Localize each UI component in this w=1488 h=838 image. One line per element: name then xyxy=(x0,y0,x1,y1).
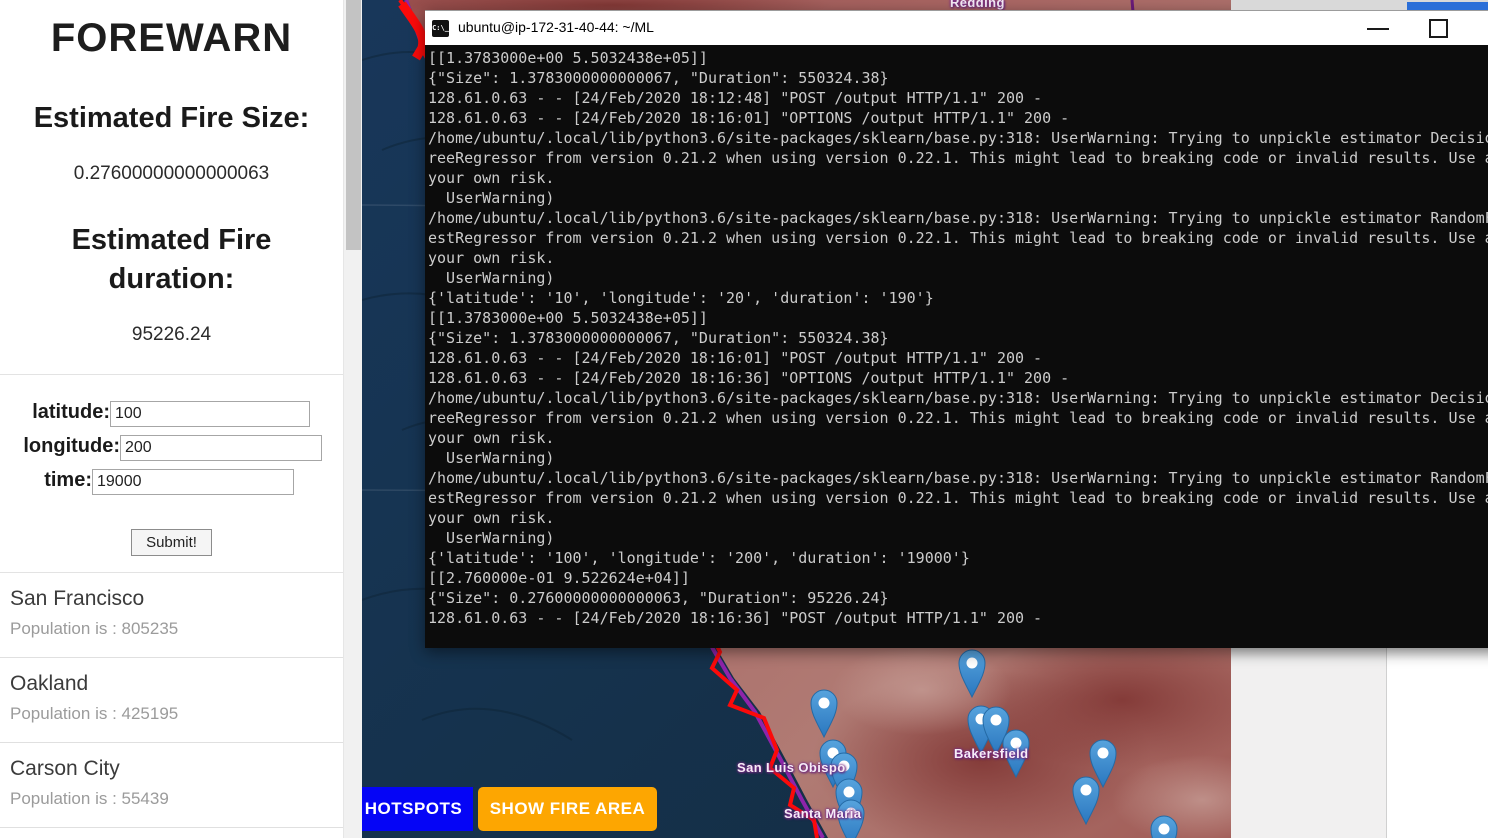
show-fire-area-button[interactable]: SHOW FIRE AREA xyxy=(478,787,657,831)
terminal-line: [[1.3783000e+00 5.5032438e+05]] xyxy=(428,309,708,327)
terminal-line: your own risk. xyxy=(428,429,555,447)
city-population: Population is : 805235 xyxy=(10,618,179,638)
terminal-line: 128.61.0.63 - - [24/Feb/2020 18:16:36] "… xyxy=(428,609,1043,627)
submit-button[interactable]: Submit! xyxy=(131,528,212,556)
sidebar: FOREWARN Estimated Fire Size: 0.27600000… xyxy=(0,0,343,838)
city-name: Carson City xyxy=(10,756,120,780)
time-field[interactable] xyxy=(92,468,294,495)
terminal-line: {"Size": 0.27600000000000063, "Duration"… xyxy=(428,589,889,607)
terminal-line: reeRegressor from version 0.21.2 when us… xyxy=(428,409,1488,427)
terminal-output[interactable]: [[1.3783000e+00 5.5032438e+05]] {"Size": … xyxy=(425,45,1488,648)
terminal-line: UserWarning) xyxy=(428,269,555,287)
terminal-line: 128.61.0.63 - - [24/Feb/2020 18:12:48] "… xyxy=(428,89,1043,107)
maximize-button[interactable] xyxy=(1416,11,1463,46)
terminal-line: {'latitude': '10', 'longitude': '20', 'd… xyxy=(428,289,934,307)
map-label-san-luis-obispo: San Luis Obispo xyxy=(737,760,846,775)
city-name: Oakland xyxy=(10,671,89,695)
minimize-button[interactable] xyxy=(1355,11,1402,46)
fire-size-value: 0.27600000000000063 xyxy=(73,163,270,185)
sidebar-scrollbar-thumb[interactable] xyxy=(346,0,361,250)
fire-duration-value: 95226.24 xyxy=(131,323,212,345)
terminal-line: 128.61.0.63 - - [24/Feb/2020 18:16:01] "… xyxy=(428,109,1070,127)
latitude-label: latitude: xyxy=(32,400,110,423)
terminal-line: /home/ubuntu/.local/lib/python3.6/site-p… xyxy=(428,389,1488,407)
city-list-item: Oakland Population is : 425195 xyxy=(0,658,343,743)
terminal-line: /home/ubuntu/.local/lib/python3.6/site-p… xyxy=(428,129,1488,147)
map-label-bakersfield: Bakersfield xyxy=(954,746,1029,761)
minimize-icon xyxy=(1367,28,1389,30)
divider xyxy=(0,373,343,375)
terminal-line: UserWarning) xyxy=(428,449,555,467)
terminal-line: /home/ubuntu/.local/lib/python3.6/site-p… xyxy=(428,469,1488,487)
city-list-item: Carson City Population is : 55439 xyxy=(0,743,343,828)
terminal-line: {'latitude': '100', 'longitude': '200', … xyxy=(428,549,970,567)
top-scroll-thumb[interactable] xyxy=(1407,2,1488,10)
city-population: Population is : 55439 xyxy=(10,788,169,808)
terminal-window: C:\_ ubuntu@ip-172-31-40-44: ~/ML [[1.37… xyxy=(425,10,1488,648)
city-list: San Francisco Population is : 805235 Oak… xyxy=(0,573,343,838)
screen: Redding San Luis Obispo Bakersfield Sant… xyxy=(0,0,1488,838)
terminal-line: reeRegressor from version 0.21.2 when us… xyxy=(428,149,1488,167)
time-label: time: xyxy=(44,468,92,491)
prediction-form: latitude: longitude: time: Submit! xyxy=(0,400,343,556)
terminal-line: [[1.3783000e+00 5.5032438e+05]] xyxy=(428,49,708,67)
fire-duration-heading: Estimated Fire duration: xyxy=(71,224,272,295)
sidebar-scrollbar[interactable] xyxy=(343,0,362,838)
terminal-line: /home/ubuntu/.local/lib/python3.6/site-p… xyxy=(428,209,1488,227)
terminal-line: your own risk. xyxy=(428,509,555,527)
city-list-item: Beverly Hills xyxy=(0,828,343,838)
city-list-item: San Francisco Population is : 805235 xyxy=(0,573,343,658)
terminal-titlebar[interactable]: C:\_ ubuntu@ip-172-31-40-44: ~/ML xyxy=(425,10,1488,45)
latitude-field[interactable] xyxy=(110,400,310,427)
terminal-title: ubuntu@ip-172-31-40-44: ~/ML xyxy=(458,19,654,35)
top-scroll-strip[interactable] xyxy=(1231,0,1488,10)
terminal-line: {"Size": 1.3783000000000067, "Duration":… xyxy=(428,69,889,87)
terminal-line: 128.61.0.63 - - [24/Feb/2020 18:16:36] "… xyxy=(428,369,1070,387)
fire-size-heading: Estimated Fire Size: xyxy=(33,102,310,134)
terminal-line: {"Size": 1.3783000000000067, "Duration":… xyxy=(428,329,889,347)
terminal-line: 128.61.0.63 - - [24/Feb/2020 18:16:01] "… xyxy=(428,349,1043,367)
longitude-label: longitude: xyxy=(23,434,120,457)
app-title: FOREWARN xyxy=(50,16,293,60)
terminal-line: estRegressor from version 0.21.2 when us… xyxy=(428,229,1488,247)
hotspots-button[interactable]: HOTSPOTS xyxy=(362,787,473,831)
maximize-icon xyxy=(1429,19,1448,38)
map-label-santa-maria: Santa Maria xyxy=(784,806,862,821)
city-name: San Francisco xyxy=(10,586,145,610)
longitude-field[interactable] xyxy=(120,434,322,461)
terminal-line: your own risk. xyxy=(428,169,555,187)
map-label-redding: Redding xyxy=(950,0,1005,10)
terminal-line: your own risk. xyxy=(428,249,555,267)
terminal-line: [[2.760000e-01 9.522624e+04]] xyxy=(428,569,690,587)
cmd-icon: C:\_ xyxy=(432,20,449,37)
map-pin-icon[interactable] xyxy=(1150,815,1178,838)
terminal-line: UserWarning) xyxy=(428,529,555,547)
terminal-line: estRegressor from version 0.21.2 when us… xyxy=(428,489,1488,507)
city-population: Population is : 425195 xyxy=(10,703,179,723)
terminal-line: UserWarning) xyxy=(428,189,555,207)
